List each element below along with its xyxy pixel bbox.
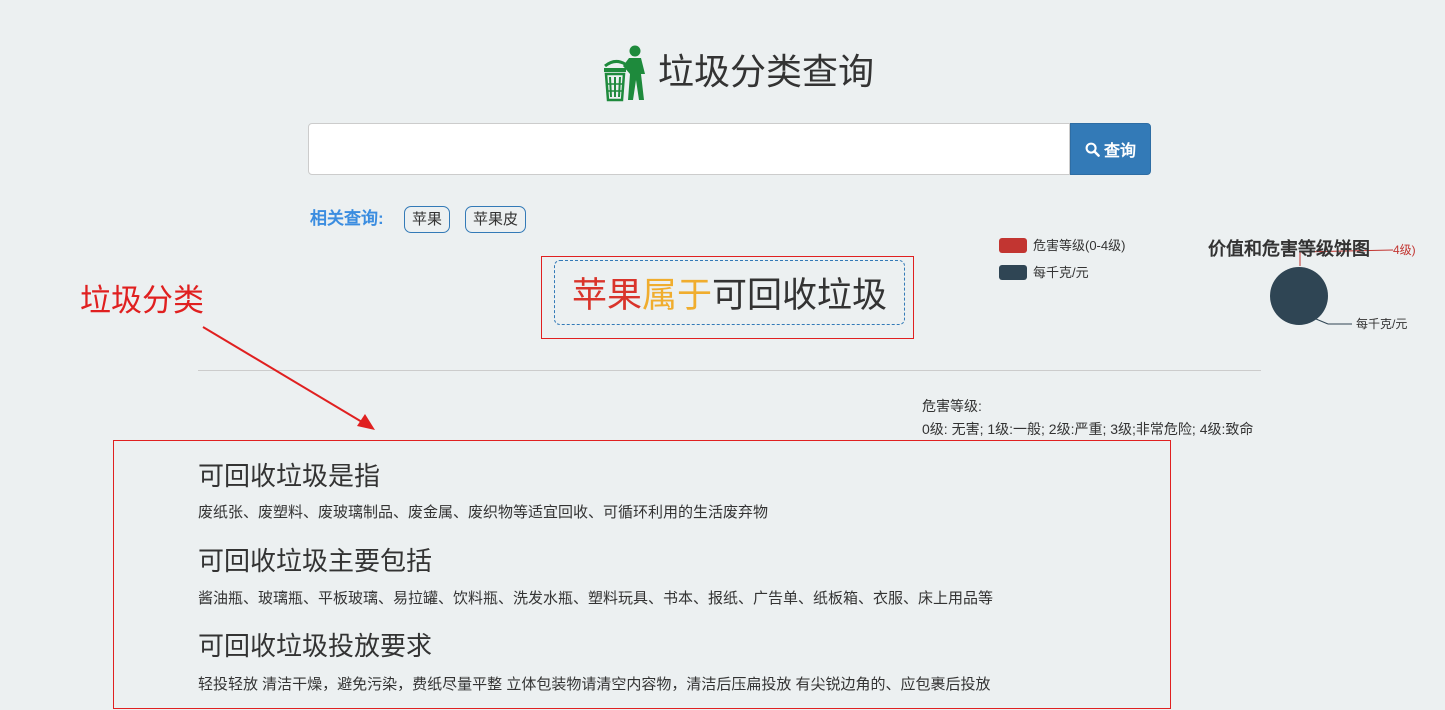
info-text: 酱油瓶、玻璃瓶、平板玻璃、易拉罐、饮料瓶、洗发水瓶、塑料玩具、书本、报纸、广告单… <box>198 590 994 607</box>
info-heading: 可回收垃圾投放要求 <box>198 631 433 661</box>
legend-swatch[interactable] <box>999 238 1027 253</box>
hazard-title: 危害等级: <box>922 398 982 414</box>
pie-slice-label: 4级) <box>1393 243 1416 257</box>
related-label: 相关查询: <box>310 209 384 228</box>
annotation-label: 垃圾分类 <box>80 283 204 318</box>
search-icon <box>1085 142 1100 157</box>
search-button[interactable]: 查询 <box>1070 123 1151 175</box>
result-category: 可回收垃圾 <box>712 276 888 315</box>
hazard-levels: 0级: 无害; 1级:一般; 2级:严重; 3级;非常危险; 4级:致命 <box>922 421 1254 437</box>
related-tag[interactable]: 苹果皮 <box>465 206 527 233</box>
info-heading: 可回收垃圾是指 <box>198 461 381 491</box>
legend-swatch[interactable] <box>999 265 1027 280</box>
legend-label[interactable]: 每千克/元 <box>1033 265 1089 280</box>
result-box: 苹果 属于 可回收垃圾 <box>554 260 905 325</box>
page-title: 垃圾分类查询 <box>658 51 875 92</box>
info-text: 废纸张、废塑料、废玻璃制品、废金属、废织物等适宜回收、可循环利用的生活废弃物 <box>198 504 769 521</box>
pie-slice <box>1270 267 1328 325</box>
pie-slice-label: 每千克/元 <box>1356 316 1407 331</box>
trash-can-person-icon <box>604 45 645 102</box>
result-item: 苹果 <box>571 276 642 315</box>
arrow-icon <box>202 326 375 430</box>
search-input[interactable] <box>308 123 1070 175</box>
result-verb: 属于 <box>641 276 712 315</box>
legend-label[interactable]: 危害等级(0-4级) <box>1033 238 1125 253</box>
pie-label-line <box>1315 318 1329 325</box>
chart-title: 价值和危害等级饼图 <box>1208 239 1370 259</box>
info-text: 轻投轻放 清洁干燥，避免污染，费纸尽量平整 立体包装物请清空内容物，清洁后压扁投… <box>198 676 991 693</box>
related-tag[interactable]: 苹果 <box>404 206 451 233</box>
search-button-label: 查询 <box>1103 143 1136 160</box>
pie-chart: 4级) 每千克/元 <box>1270 243 1416 331</box>
info-heading: 可回收垃圾主要包括 <box>198 546 433 576</box>
